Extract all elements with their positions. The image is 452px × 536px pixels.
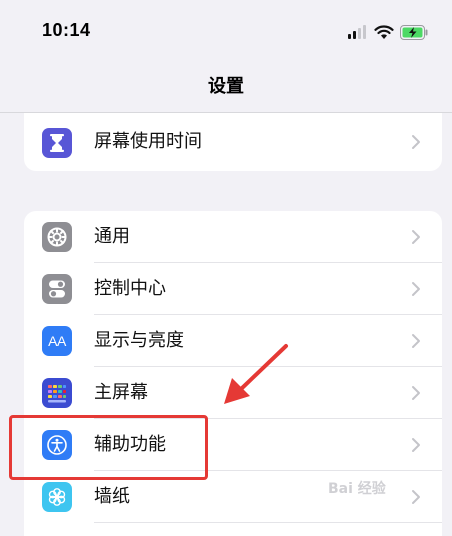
toggles-icon (42, 274, 72, 304)
settings-group-screen-time: 屏幕使用时间 (24, 113, 442, 171)
settings-item-label: 控制中心 (94, 278, 166, 299)
battery-charging-icon (400, 24, 428, 40)
settings-item-screen-time[interactable]: 屏幕使用时间 (24, 113, 442, 171)
gear-icon (42, 222, 72, 252)
aa-text-icon: AA (42, 326, 72, 356)
page-title: 设置 (208, 76, 244, 97)
chevron-right-icon (412, 386, 420, 400)
highlight-box (9, 415, 208, 480)
settings-item-label: 屏幕使用时间 (94, 131, 202, 152)
cellular-signal-icon (348, 25, 366, 39)
chevron-right-icon (412, 334, 420, 348)
status-time: 10:14 (42, 20, 91, 40)
settings-item-control-center[interactable]: 控制中心 (24, 263, 442, 315)
watermark-text: Bai 经验 (328, 481, 386, 497)
wifi-icon (374, 24, 394, 39)
red-arrow-icon (224, 344, 288, 404)
chevron-right-icon (412, 135, 420, 149)
status-icons (348, 22, 428, 42)
settings-item-label: 显示与亮度 (94, 330, 184, 351)
aa-text-glyph: AA (48, 333, 66, 349)
app-grid-icon (42, 378, 72, 408)
settings-item-general[interactable]: 通用 (24, 211, 442, 263)
status-bar: 10:14 (0, 0, 452, 64)
chevron-right-icon (412, 230, 420, 244)
hourglass-icon (42, 128, 72, 158)
settings-item-label: 主屏幕 (94, 382, 148, 403)
flower-icon (42, 482, 72, 512)
chevron-right-icon (412, 282, 420, 296)
watermark: Bai 经验 (328, 478, 448, 530)
chevron-right-icon (412, 438, 420, 452)
settings-item-label: 通用 (94, 226, 130, 247)
